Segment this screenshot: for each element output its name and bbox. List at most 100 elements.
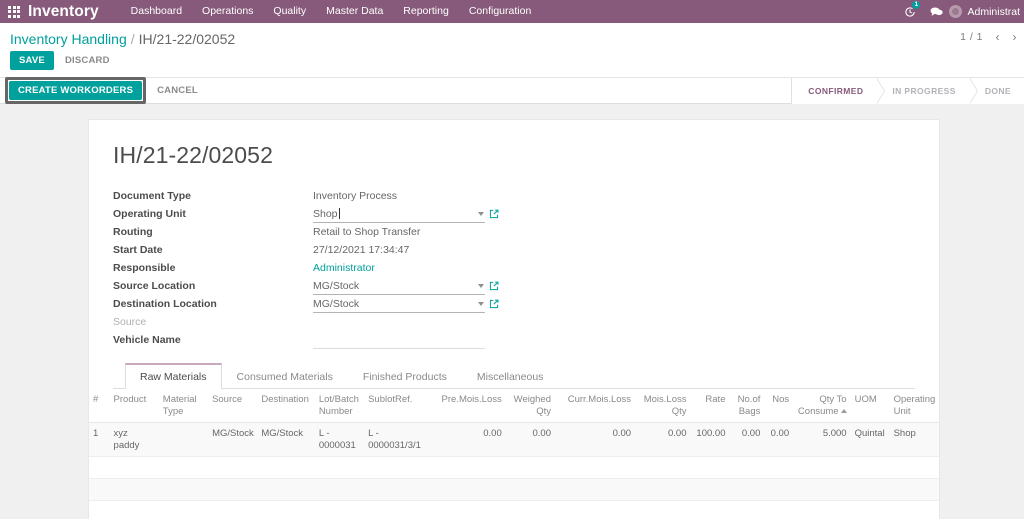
col-mois-loss-qty[interactable]: Mois.Loss Qty	[635, 389, 691, 423]
field-value-document-type: Inventory Process	[313, 190, 398, 202]
col-no-of-bags[interactable]: No.of Bags	[729, 389, 765, 423]
col-index[interactable]: #	[89, 389, 110, 423]
tab-finished-products[interactable]: Finished Products	[348, 363, 462, 389]
operating-unit-input[interactable]: Shop	[313, 206, 485, 223]
pager-previous-button[interactable]: ‹	[990, 31, 1005, 43]
col-lot-batch-number[interactable]: Lot/Batch Number	[314, 389, 365, 423]
lines-list-wrapper: # Product Material Type Source Destinati…	[89, 389, 939, 519]
main-menu: Dashboard Operations Quality Master Data…	[121, 0, 542, 23]
navbar-right-tools: 1 Administrat	[897, 0, 1024, 23]
col-destination[interactable]: Destination	[257, 389, 315, 423]
action-bar: CREATE WORKORDERS CANCEL CONFIRMED IN PR…	[0, 77, 1024, 104]
cell-destination: MG/Stock	[257, 422, 315, 457]
operating-unit-value: Shop	[313, 207, 338, 220]
col-sublot-ref[interactable]: SublotRef.	[364, 389, 428, 423]
user-name-label: Administrat	[967, 5, 1020, 18]
cancel-button[interactable]: CANCEL	[146, 81, 209, 100]
page-title: IH/21-22/02052	[113, 142, 273, 168]
table-empty-row[interactable]	[89, 478, 939, 501]
chat-bubble-icon[interactable]	[923, 0, 949, 23]
menu-item-dashboard[interactable]: Dashboard	[121, 0, 192, 23]
col-uom[interactable]: UOM	[850, 389, 890, 423]
tab-consumed-materials[interactable]: Consumed Materials	[222, 363, 348, 389]
create-workorders-button[interactable]: CREATE WORKORDERS	[9, 81, 143, 100]
menu-item-quality[interactable]: Quality	[263, 0, 316, 23]
chevron-down-icon[interactable]	[478, 283, 484, 288]
col-operating-unit[interactable]: Operating Unit	[889, 389, 939, 423]
field-value-routing: Retail to Shop Transfer	[313, 226, 421, 238]
col-qty-to-consume-label: Qty To Consume	[797, 394, 847, 417]
cell-sublot-ref: L - 0000031/3/1	[364, 422, 428, 457]
breadcrumb-root-link[interactable]: Inventory Handling	[10, 31, 127, 47]
field-value-start-date: 27/12/2021 17:34:47	[313, 244, 410, 256]
field-value-source	[313, 313, 485, 331]
cell-weighed-qty: 0.00	[505, 422, 555, 457]
source-location-internal-link-icon[interactable]	[485, 281, 499, 291]
table-header-row: # Product Material Type Source Destinati…	[89, 389, 939, 423]
source-location-value: MG/Stock	[313, 279, 360, 292]
menu-item-configuration[interactable]: Configuration	[459, 0, 541, 23]
cell-rate: 100.00	[690, 422, 730, 457]
cell-mois-loss-qty: 0.00	[635, 422, 691, 457]
col-curr-mois-loss[interactable]: Curr.Mois.Loss	[555, 389, 636, 423]
user-menu[interactable]: Administrat	[949, 5, 1024, 18]
cell-nos: 0.00	[764, 422, 794, 457]
empty-cell	[89, 478, 939, 501]
col-source[interactable]: Source	[208, 389, 258, 423]
destination-location-value: MG/Stock	[313, 297, 360, 310]
col-material-type[interactable]: Material Type	[158, 389, 209, 423]
table-row[interactable]: 1 xyz paddy MG/Stock MG/Stock L - 000003…	[89, 422, 939, 457]
save-button[interactable]: SAVE	[10, 51, 54, 70]
menu-item-operations[interactable]: Operations	[192, 0, 263, 23]
chevron-down-icon[interactable]	[478, 211, 484, 216]
cell-pre-mois-loss: 0.00	[427, 422, 506, 457]
form-sheet: IH/21-22/02052 Document Type Inventory P…	[88, 119, 940, 519]
cell-uom: Quintal	[850, 422, 890, 457]
source-location-input[interactable]: MG/Stock	[313, 278, 485, 295]
table-empty-row[interactable]	[89, 456, 939, 479]
chevron-down-icon[interactable]	[478, 301, 484, 306]
destination-location-internal-link-icon[interactable]	[485, 299, 499, 309]
table-empty-row[interactable]	[89, 500, 939, 519]
status-step-confirmed[interactable]: CONFIRMED	[791, 78, 886, 104]
avatar	[949, 5, 963, 18]
field-label-operating-unit: Operating Unit	[113, 208, 186, 220]
pager-next-button[interactable]: ›	[1007, 31, 1022, 43]
destination-location-input[interactable]: MG/Stock	[313, 296, 485, 313]
discard-button[interactable]: DISCARD	[54, 51, 121, 70]
operating-unit-internal-link-icon[interactable]	[485, 209, 499, 219]
col-qty-to-consume[interactable]: Qty To Consume	[793, 389, 851, 423]
field-label-destination-location: Destination Location	[113, 298, 217, 310]
col-product[interactable]: Product	[109, 389, 159, 423]
apps-grid-icon[interactable]	[0, 0, 28, 23]
col-weighed-qty[interactable]: Weighed Qty	[505, 389, 555, 423]
control-panel: Inventory Handling / IH/21-22/02052 1 / 1 …	[0, 23, 1024, 104]
field-label-vehicle-name: Vehicle Name	[113, 334, 181, 346]
cell-operating-unit: Shop	[889, 422, 939, 457]
tab-miscellaneous[interactable]: Miscellaneous	[462, 363, 559, 389]
menu-item-reporting[interactable]: Reporting	[393, 0, 459, 23]
col-pre-mois-loss[interactable]: Pre.Mois.Loss	[427, 389, 506, 423]
col-nos[interactable]: Nos	[764, 389, 794, 423]
cell-curr-mois-loss: 0.00	[555, 422, 636, 457]
field-label-source-location: Source Location	[113, 280, 196, 292]
sheet-background: IH/21-22/02052 Document Type Inventory P…	[0, 104, 1024, 519]
cell-material-type	[158, 422, 209, 457]
field-value-responsible[interactable]: Administrator	[313, 259, 485, 277]
cell-product: xyz paddy	[109, 422, 159, 457]
menu-item-master-data[interactable]: Master Data	[316, 0, 393, 23]
tab-raw-materials[interactable]: Raw Materials	[125, 363, 222, 389]
col-rate[interactable]: Rate	[690, 389, 730, 423]
activity-badge: 1	[912, 1, 921, 9]
cell-qty-to-consume: 5.000	[793, 422, 851, 457]
app-brand-title[interactable]: Inventory	[28, 3, 99, 21]
vehicle-name-input[interactable]	[313, 332, 485, 349]
breadcrumb-separator: /	[130, 31, 135, 47]
clock-activity-icon[interactable]: 1	[897, 0, 923, 23]
field-label-responsible: Responsible	[113, 262, 176, 274]
breadcrumb-current: IH/21-22/02052	[138, 31, 236, 47]
form-buttons-row: SAVE DISCARD	[0, 49, 1024, 77]
status-step-in-progress[interactable]: IN PROGRESS	[876, 78, 979, 104]
sort-ascending-icon	[840, 408, 847, 413]
pager-value: 1 / 1	[960, 31, 983, 43]
